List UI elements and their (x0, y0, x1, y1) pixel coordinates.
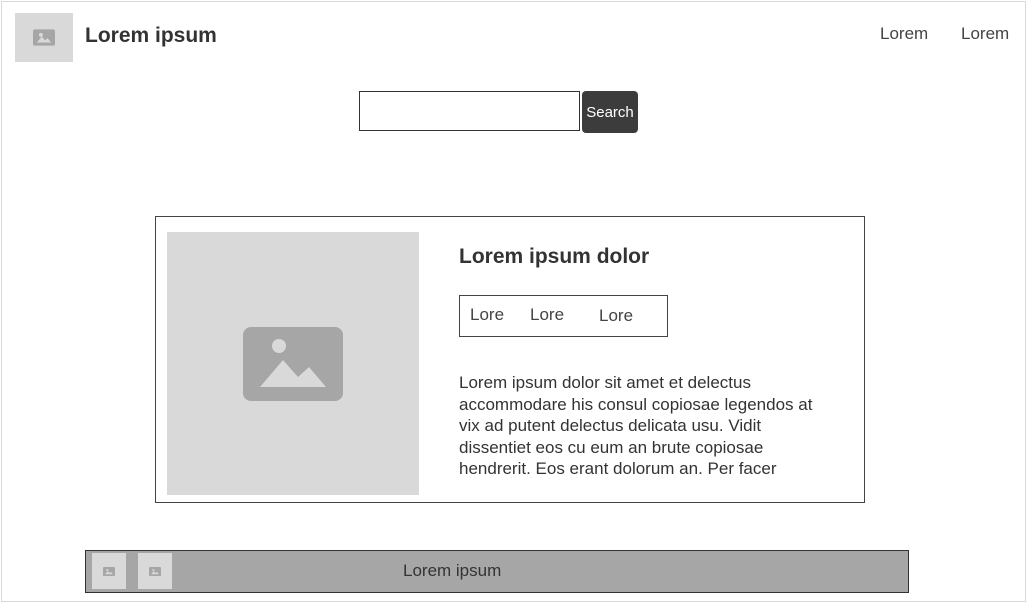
site-title: Lorem ipsum (85, 24, 217, 47)
tag-item-3[interactable]: Lore (599, 306, 633, 326)
card-title: Lorem ipsum dolor (459, 245, 650, 268)
content-card: Lorem ipsum dolor Lore Lore Lore Lorem i… (155, 216, 865, 503)
nav-link-2[interactable]: Lorem (961, 24, 1009, 44)
footer-bar: Lorem ipsum (85, 550, 909, 593)
card-description: Lorem ipsum dolor sit amet et delectus a… (459, 373, 813, 478)
footer-icon-button-2[interactable] (138, 553, 172, 589)
tag-item-2[interactable]: Lore (530, 305, 564, 325)
logo-image (15, 13, 73, 62)
tag-group: Lore Lore Lore (459, 295, 668, 337)
footer-text: Lorem ipsum (403, 561, 502, 580)
card-image (167, 232, 419, 495)
tag-item-1[interactable]: Lore (470, 305, 504, 325)
image-placeholder-icon (33, 29, 55, 46)
search-input[interactable] (359, 91, 580, 131)
image-placeholder-icon (103, 566, 115, 576)
search-button[interactable]: Search (582, 91, 638, 133)
image-placeholder-icon (243, 326, 343, 401)
nav-link-1[interactable]: Lorem (880, 24, 928, 44)
footer-icon-button-1[interactable] (92, 553, 126, 589)
image-placeholder-icon (149, 566, 161, 576)
